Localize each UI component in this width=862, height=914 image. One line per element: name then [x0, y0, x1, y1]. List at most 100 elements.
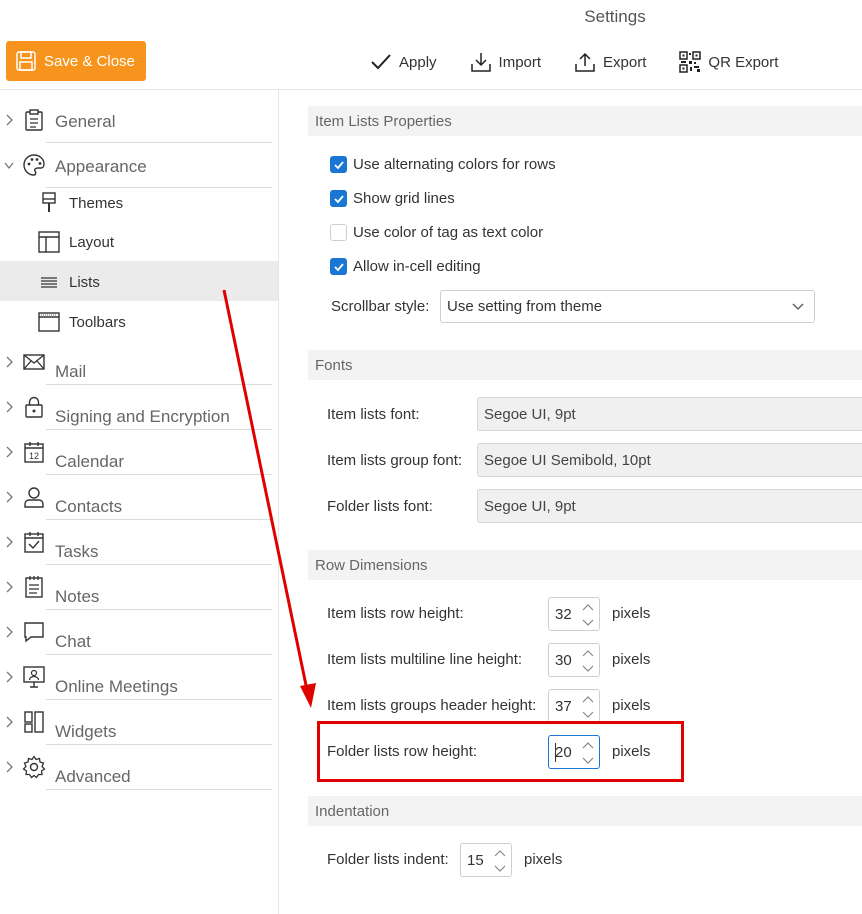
- scrollbar-style-value: Use setting from theme: [447, 298, 603, 315]
- save-close-button[interactable]: Save & Close: [6, 41, 146, 81]
- check-icon: [371, 54, 391, 70]
- sidebar-subitem-lists[interactable]: Lists: [0, 261, 278, 301]
- sidebar-item-mail[interactable]: Mail: [0, 340, 272, 385]
- chat-bubble-icon: [24, 622, 44, 643]
- chevron-right-icon: [6, 446, 13, 458]
- calendar-icon-number: 12: [29, 451, 39, 461]
- chevron-up-icon[interactable]: [493, 848, 507, 859]
- sidebar-item-label: Advanced: [55, 767, 131, 786]
- sidebar-item-label: Appearance: [55, 157, 147, 176]
- section-header-fonts: Fonts: [308, 350, 862, 380]
- stepper-value: 37: [555, 698, 572, 715]
- section-header-indentation: Indentation: [308, 796, 862, 826]
- qr-export-label: QR Export: [708, 53, 779, 71]
- sidebar-subitem-label: Lists: [69, 274, 100, 291]
- import-button[interactable]: Import: [470, 51, 541, 73]
- folder-indent-stepper[interactable]: 15: [460, 843, 512, 877]
- sidebar-item-calendar[interactable]: 12 Calendar: [0, 430, 272, 475]
- item-lists-font-label: Item lists font:: [327, 406, 420, 423]
- layout-icon: [38, 231, 60, 253]
- section-header-item-lists-properties: Item Lists Properties: [308, 106, 862, 136]
- note-icon: [25, 576, 43, 598]
- qr-code-icon: [679, 51, 702, 73]
- in-cell-editing-checkbox[interactable]: Allow in-cell editing: [330, 258, 481, 275]
- apply-button[interactable]: Apply: [370, 52, 437, 72]
- chevron-right-icon: [6, 626, 13, 638]
- export-label: Export: [603, 53, 647, 71]
- alternating-colors-checkbox[interactable]: Use alternating colors for rows: [330, 156, 556, 173]
- calendar-icon: 12: [24, 442, 44, 463]
- sidebar-subitem-layout[interactable]: Layout: [0, 221, 278, 261]
- envelope-icon: [23, 354, 45, 370]
- chevron-down-icon[interactable]: [581, 709, 595, 720]
- multiline-height-stepper[interactable]: 30: [548, 643, 600, 677]
- sidebar-item-signing[interactable]: Signing and Encryption: [0, 385, 272, 430]
- folder-lists-font-field[interactable]: Segoe UI, 9pt: [477, 489, 862, 523]
- chevron-right-icon: [6, 356, 13, 368]
- sidebar-item-advanced[interactable]: Advanced: [0, 745, 272, 790]
- unit-label: pixels: [612, 605, 651, 622]
- export-icon: [575, 52, 595, 72]
- item-lists-font-field[interactable]: Segoe UI, 9pt: [477, 397, 862, 431]
- sidebar-item-online-meetings[interactable]: Online Meetings: [0, 655, 272, 700]
- tag-color-checkbox[interactable]: Use color of tag as text color: [330, 224, 543, 241]
- sidebar-item-contacts[interactable]: Contacts: [0, 475, 272, 520]
- chevron-up-icon[interactable]: [581, 648, 595, 659]
- folder-lists-font-label: Folder lists font:: [327, 498, 433, 515]
- show-grid-lines-checkbox[interactable]: Show grid lines: [330, 190, 455, 207]
- chevron-down-icon[interactable]: [581, 617, 595, 628]
- checkbox-checked-icon: [330, 156, 347, 173]
- checkbox-label: Allow in-cell editing: [353, 258, 481, 275]
- group-font-label: Item lists group font:: [327, 452, 463, 469]
- chevron-down-icon[interactable]: [493, 863, 507, 874]
- sidebar-item-label: Notes: [55, 587, 100, 606]
- sidebar-item-chat[interactable]: Chat: [0, 610, 272, 655]
- chevron-right-icon: [6, 536, 13, 548]
- sidebar-subitem-toolbars[interactable]: Toolbars: [0, 301, 278, 341]
- sidebar-item-notes[interactable]: Notes: [0, 565, 272, 610]
- chevron-up-icon[interactable]: [581, 694, 595, 705]
- stepper-value: 32: [555, 606, 572, 623]
- chevron-down-icon[interactable]: [581, 663, 595, 674]
- sidebar-item-label: Calendar: [55, 452, 124, 471]
- checkbox-unchecked-icon: [330, 224, 347, 241]
- sidebar-item-label: Contacts: [55, 497, 123, 516]
- list-lines-icon: [41, 277, 57, 288]
- unit-label: pixels: [612, 697, 651, 714]
- scrollbar-style-label: Scrollbar style:: [331, 298, 430, 315]
- item-row-height-stepper[interactable]: 32: [548, 597, 600, 631]
- scrollbar-style-select[interactable]: Use setting from theme: [440, 290, 815, 323]
- paintbrush-icon: [42, 192, 56, 212]
- sidebar-item-label: Mail: [55, 362, 87, 381]
- group-font-field[interactable]: Segoe UI Semibold, 10pt: [477, 443, 862, 477]
- toolbar: Apply Import Export QR Export: [370, 48, 811, 76]
- sidebar-item-general[interactable]: General: [0, 98, 272, 143]
- item-row-height-label: Item lists row height:: [327, 605, 464, 622]
- export-button[interactable]: Export: [574, 51, 646, 73]
- sidebar-item-widgets[interactable]: Widgets: [0, 700, 272, 745]
- checkbox-label: Use alternating colors for rows: [353, 156, 556, 173]
- sidebar-divider: [278, 90, 279, 914]
- checkbox-checked-icon: [330, 190, 347, 207]
- checkbox-label: Use color of tag as text color: [353, 224, 544, 241]
- save-icon: [16, 51, 36, 71]
- multiline-height-label: Item lists multiline line height:: [327, 651, 523, 668]
- chevron-up-icon[interactable]: [581, 602, 595, 613]
- folder-indent-label: Folder lists indent:: [327, 851, 449, 868]
- palette-icon: [23, 154, 45, 176]
- checkbox-checked-icon: [330, 258, 347, 275]
- window-title: Settings: [584, 7, 646, 26]
- sidebar-item-label: Widgets: [55, 722, 117, 741]
- chevron-down-icon: [792, 303, 804, 310]
- qr-export-button[interactable]: QR Export: [679, 51, 778, 73]
- save-close-label: Save & Close: [44, 52, 135, 70]
- task-check-icon: [24, 532, 44, 553]
- sidebar-item-tasks[interactable]: Tasks: [0, 520, 272, 565]
- chevron-down-icon: [4, 162, 14, 170]
- group-header-height-stepper[interactable]: 37: [548, 689, 600, 723]
- sidebar-item-label: Signing and Encryption: [55, 407, 230, 426]
- stepper-value: 15: [467, 852, 484, 869]
- sidebar-subitem-themes[interactable]: Themes: [0, 182, 278, 222]
- chevron-right-icon: [6, 114, 13, 126]
- checkbox-label: Show grid lines: [353, 190, 455, 207]
